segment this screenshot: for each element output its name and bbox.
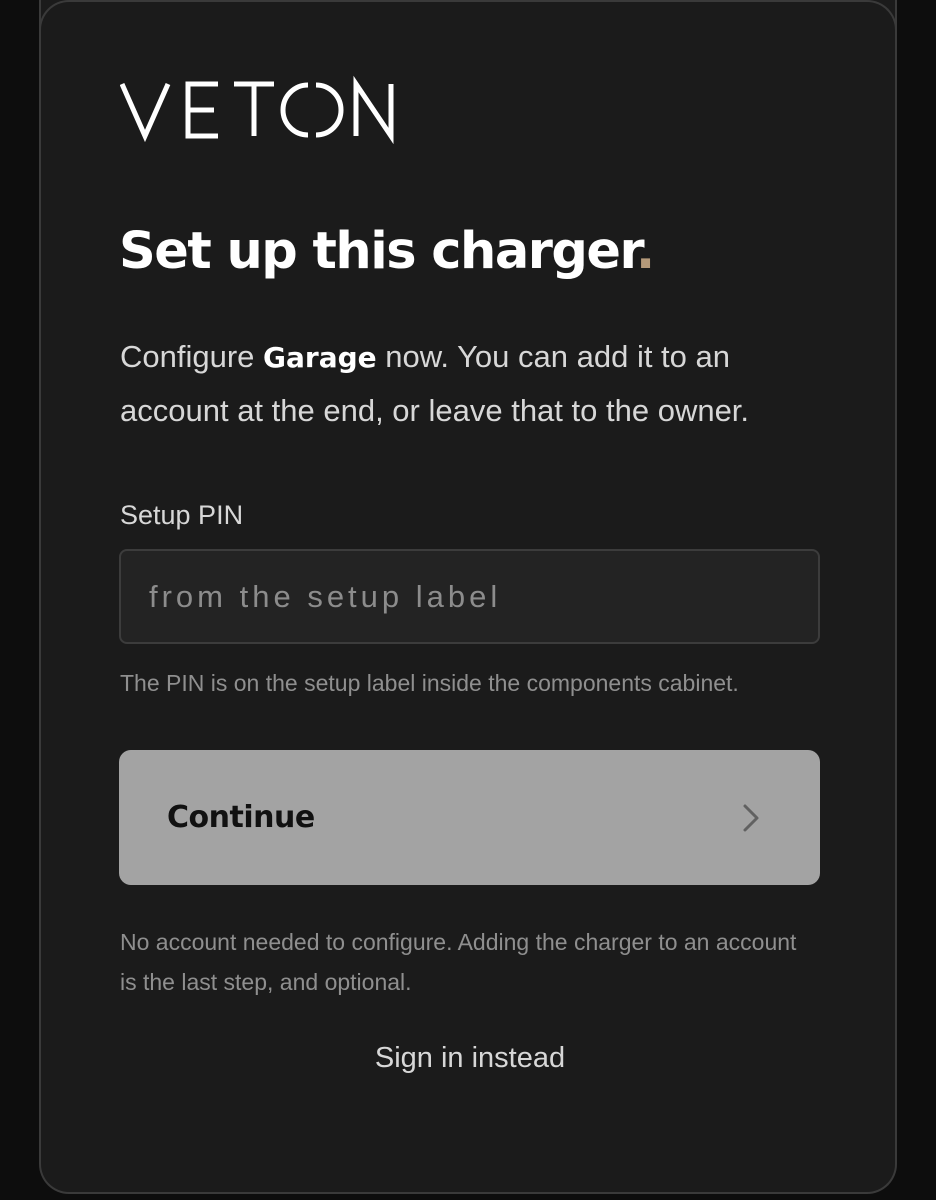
sign-in-instead-link[interactable]: Sign in instead <box>41 1042 895 1075</box>
charger-name: Garage <box>263 341 377 374</box>
veton-logo <box>120 74 396 144</box>
title-accent-dot: . <box>635 222 655 281</box>
page-title: Set up this charger. <box>119 222 655 281</box>
continue-button[interactable]: Continue <box>119 750 820 885</box>
intro-text: Configure Garage now. You can add it to … <box>120 330 840 437</box>
setup-card: Set up this charger. Configure Garage no… <box>39 0 897 1194</box>
setup-pin-label: Setup PIN <box>120 500 244 530</box>
intro-prefix: Configure <box>120 339 264 374</box>
page-title-text: Set up this charger <box>119 222 637 281</box>
chevron-right-icon <box>743 804 759 831</box>
pin-hint: The PIN is on the setup label inside the… <box>120 670 739 696</box>
no-account-note: No account needed to configure. Adding t… <box>120 929 797 995</box>
veton-logo-icon <box>120 75 394 144</box>
continue-button-label: Continue <box>167 800 315 835</box>
setup-pin-input[interactable] <box>119 549 820 644</box>
